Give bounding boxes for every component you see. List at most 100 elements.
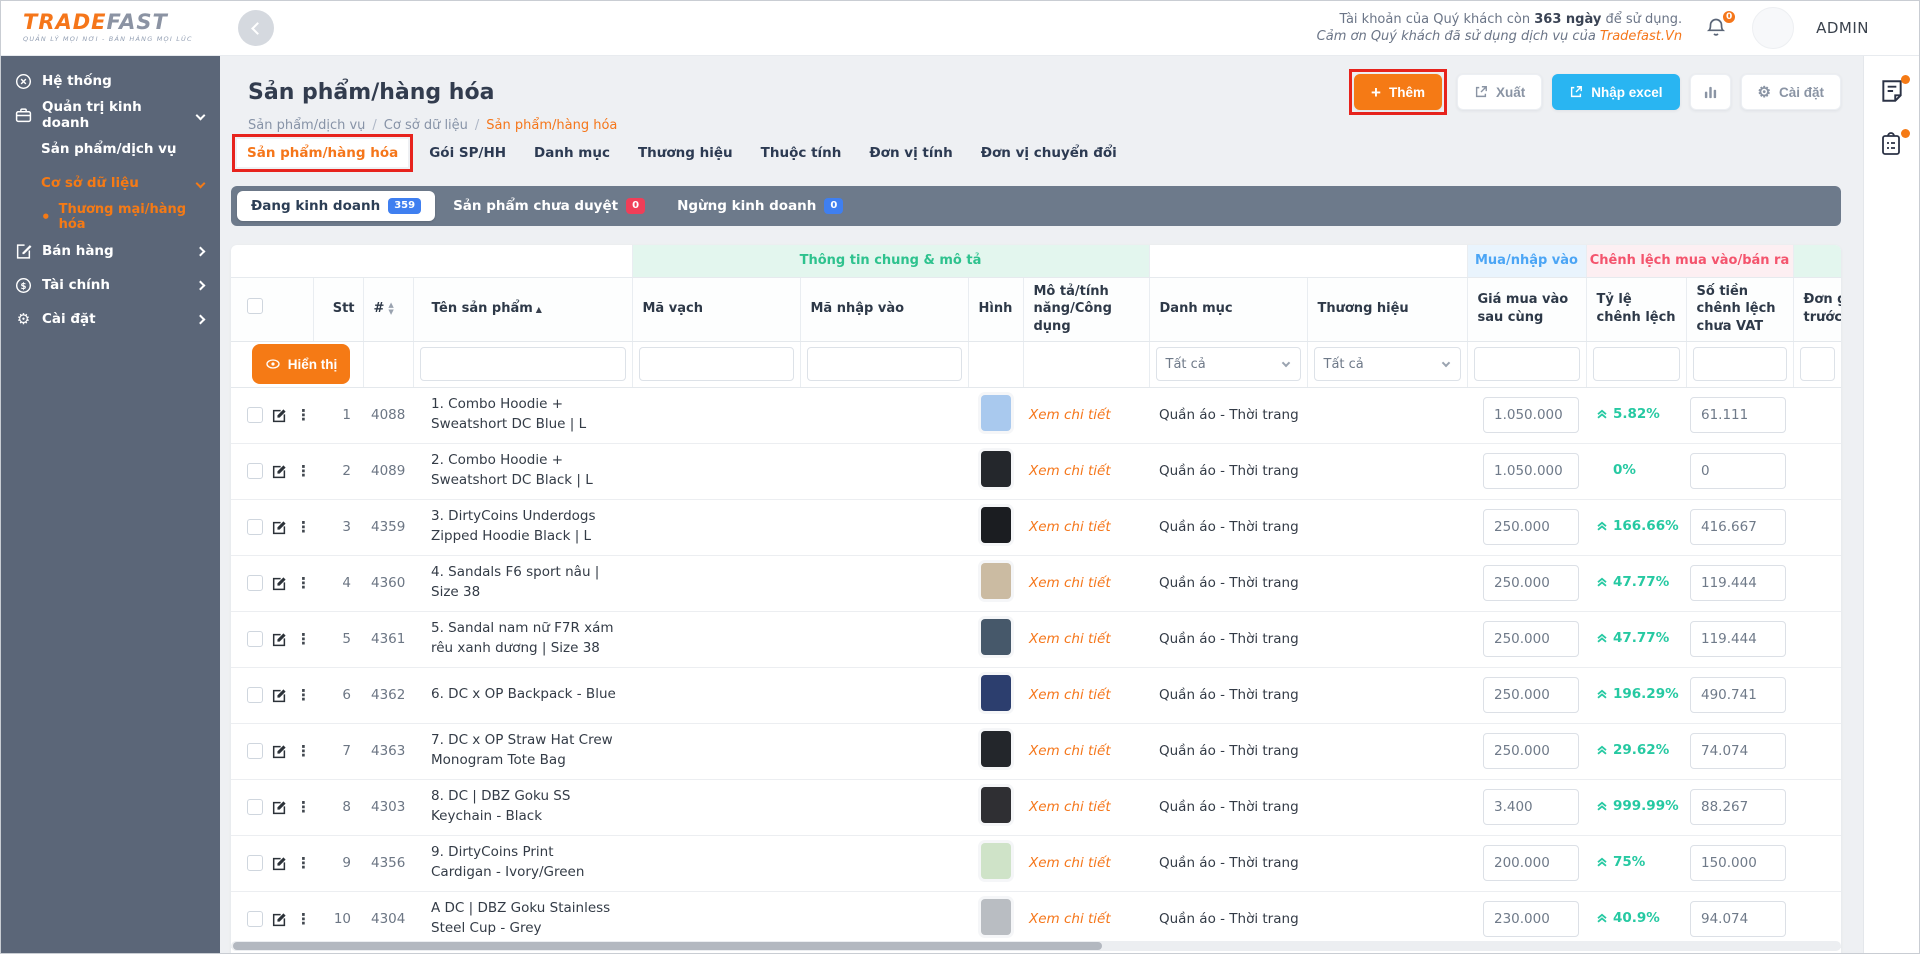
row-menu-icon[interactable]: ⋮	[296, 686, 311, 704]
view-detail-link[interactable]: Xem chi tiết	[1023, 743, 1111, 759]
product-name[interactable]: 2. Combo Hoodie + Sweatshort DC Black | …	[413, 443, 632, 499]
amount-input[interactable]: 88.267	[1690, 789, 1786, 825]
buy-price-input[interactable]: 250.000	[1483, 677, 1579, 713]
product-name[interactable]: 7. DC x OP Straw Hat Crew Monogram Tote …	[413, 723, 632, 779]
amount-input[interactable]: 61.111	[1690, 397, 1786, 433]
tab-goi-sp-hh[interactable]: Gói SP/HH	[417, 137, 518, 169]
clipped-filter-input[interactable]	[1800, 347, 1835, 381]
product-image[interactable]	[981, 899, 1011, 935]
product-image[interactable]	[981, 507, 1011, 543]
tradefast-link[interactable]: Tradefast.Vn	[1600, 29, 1682, 44]
row-menu-icon[interactable]: ⋮	[296, 854, 311, 872]
edit-icon[interactable]	[272, 688, 287, 703]
amount-input[interactable]: 416.667	[1690, 509, 1786, 545]
sidebar-item-tai-chinh[interactable]: $ Tài chính	[1, 268, 220, 302]
status-tab-ngung-kinh-doanh[interactable]: Ngừng kinh doanh0	[663, 191, 857, 221]
row-checkbox[interactable]	[247, 855, 263, 871]
show-button[interactable]: Hiển thị	[252, 344, 350, 384]
notification-bell[interactable]: 0	[1704, 15, 1730, 41]
product-name[interactable]: A DC | DBZ Goku Stainless Steel Cup - Gr…	[413, 891, 632, 947]
row-checkbox[interactable]	[247, 911, 263, 927]
view-detail-link[interactable]: Xem chi tiết	[1023, 631, 1111, 647]
avatar[interactable]	[1752, 7, 1794, 49]
product-image[interactable]	[981, 451, 1011, 487]
row-menu-icon[interactable]: ⋮	[296, 742, 311, 760]
sidebar-item-co-so-du-lieu[interactable]: Cơ sở dữ liệu	[1, 166, 220, 200]
buy-price-input[interactable]: 230.000	[1483, 901, 1579, 937]
product-image[interactable]	[981, 787, 1011, 823]
buy-price-input[interactable]: 250.000	[1483, 621, 1579, 657]
buy-price-input[interactable]: 1.050.000	[1483, 453, 1579, 489]
buy-price-input[interactable]: 1.050.000	[1483, 397, 1579, 433]
amount-input[interactable]: 490.741	[1690, 677, 1786, 713]
header-id[interactable]: #▲▼	[363, 277, 413, 341]
breadcrumb-item[interactable]: Cơ sở dữ liệu	[384, 118, 468, 133]
edit-icon[interactable]	[272, 744, 287, 759]
row-menu-icon[interactable]: ⋮	[296, 518, 311, 536]
back-button[interactable]	[238, 10, 274, 46]
product-image[interactable]	[981, 563, 1011, 599]
row-checkbox[interactable]	[247, 687, 263, 703]
amount-input[interactable]: 150.000	[1690, 845, 1786, 881]
amount-filter-input[interactable]	[1693, 347, 1787, 381]
select-all-checkbox[interactable]	[247, 298, 263, 314]
sidebar-item-thuong-mai-hang-hoa[interactable]: • Thương mại/hàng hóa	[1, 200, 220, 234]
row-menu-icon[interactable]: ⋮	[296, 406, 311, 424]
amount-input[interactable]: 0	[1690, 453, 1786, 489]
sidebar-item-ban-hang[interactable]: Bán hàng	[1, 234, 220, 268]
row-menu-icon[interactable]: ⋮	[296, 630, 311, 648]
note-button[interactable]	[1879, 78, 1905, 104]
product-name[interactable]: 8. DC | DBZ Goku SS Keychain - Black	[413, 779, 632, 835]
buy-price-filter-input[interactable]	[1474, 347, 1580, 381]
edit-icon[interactable]	[272, 800, 287, 815]
product-image[interactable]	[981, 395, 1011, 431]
edit-icon[interactable]	[272, 856, 287, 871]
row-menu-icon[interactable]: ⋮	[296, 798, 311, 816]
amount-input[interactable]: 94.074	[1690, 901, 1786, 937]
row-menu-icon[interactable]: ⋮	[296, 910, 311, 928]
add-button[interactable]: +Thêm	[1354, 74, 1442, 110]
edit-icon[interactable]	[272, 520, 287, 535]
settings-button[interactable]: ⚙Cài đặt	[1741, 74, 1841, 110]
view-detail-link[interactable]: Xem chi tiết	[1023, 407, 1111, 423]
product-image[interactable]	[981, 675, 1011, 711]
amount-input[interactable]: 119.444	[1690, 621, 1786, 657]
product-image[interactable]	[981, 619, 1011, 655]
view-detail-link[interactable]: Xem chi tiết	[1023, 911, 1111, 927]
tab-danh-muc[interactable]: Danh mục	[522, 137, 622, 169]
product-name[interactable]: 9. DirtyCoins Print Cardigan - Ivory/Gre…	[413, 835, 632, 891]
import-code-filter-input[interactable]	[807, 347, 962, 381]
sidebar-item-san-pham-dich-vu[interactable]: Sản phẩm/dịch vụ	[1, 132, 220, 166]
view-detail-link[interactable]: Xem chi tiết	[1023, 519, 1111, 535]
amount-input[interactable]: 74.074	[1690, 733, 1786, 769]
tab-don-vi-chuyen-doi[interactable]: Đơn vị chuyển đổi	[969, 137, 1129, 169]
edit-icon[interactable]	[272, 912, 287, 927]
status-tab-dang-kinh-doanh[interactable]: Đang kinh doanh359	[237, 191, 435, 221]
row-checkbox[interactable]	[247, 463, 263, 479]
status-tab-san-pham-chua-duyet[interactable]: Sản phẩm chưa duyệt0	[439, 191, 659, 221]
row-checkbox[interactable]	[247, 407, 263, 423]
buy-price-input[interactable]: 250.000	[1483, 509, 1579, 545]
tab-don-vi-tinh[interactable]: Đơn vị tính	[857, 137, 964, 169]
product-name[interactable]: 6. DC x OP Backpack - Blue	[413, 667, 632, 723]
row-checkbox[interactable]	[247, 799, 263, 815]
scrollbar-thumb[interactable]	[233, 942, 1102, 950]
chart-button[interactable]	[1690, 74, 1731, 110]
edit-icon[interactable]	[272, 576, 287, 591]
tab-san-pham-hang-hoa[interactable]: Sản phẩm/hàng hóa	[237, 139, 408, 167]
tab-thuoc-tinh[interactable]: Thuộc tính	[749, 137, 854, 169]
view-detail-link[interactable]: Xem chi tiết	[1023, 855, 1111, 871]
buy-price-input[interactable]: 3.400	[1483, 789, 1579, 825]
row-menu-icon[interactable]: ⋮	[296, 462, 311, 480]
brand-filter-select[interactable]: Tất cả	[1314, 347, 1461, 381]
name-filter-input[interactable]	[420, 347, 626, 381]
username[interactable]: ADMIN	[1816, 19, 1869, 37]
row-menu-icon[interactable]: ⋮	[296, 574, 311, 592]
sidebar-item-quan-tri-kinh-doanh[interactable]: Quản trị kinh doanh	[1, 98, 220, 132]
tab-thuong-hieu[interactable]: Thương hiệu	[626, 137, 745, 169]
amount-input[interactable]: 119.444	[1690, 565, 1786, 601]
sidebar-item-cai-dat[interactable]: ⚙ Cài đặt	[1, 302, 220, 336]
sidebar-item-he-thong[interactable]: Hệ thống	[1, 64, 220, 98]
product-image[interactable]	[981, 843, 1011, 879]
edit-icon[interactable]	[272, 632, 287, 647]
